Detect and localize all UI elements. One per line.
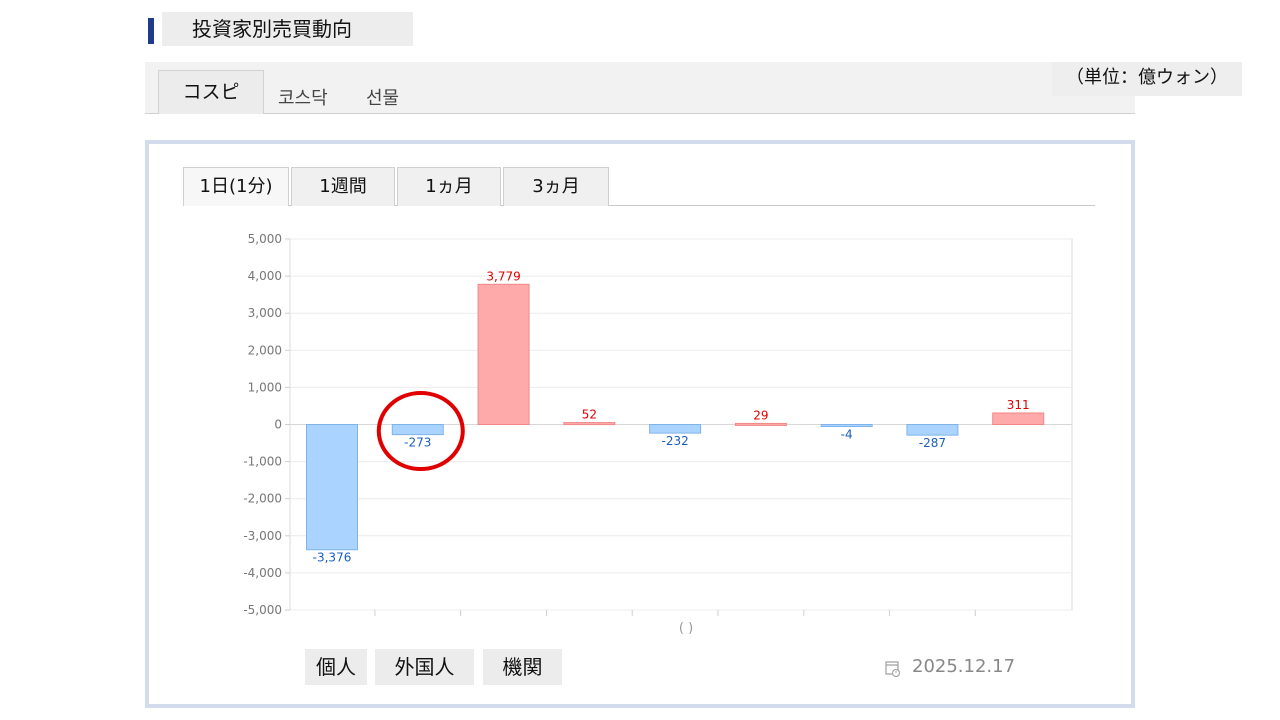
bar-value-label: -3,376 — [313, 551, 352, 565]
bar — [649, 424, 702, 434]
y-tick-label: 1,000 — [248, 380, 282, 394]
category-individual-button[interactable]: 個人 — [305, 649, 367, 685]
bar — [563, 422, 616, 426]
y-tick-label: 5,000 — [248, 232, 282, 246]
x-axis-label: ( ) — [679, 621, 693, 636]
bar-value-label: 52 — [582, 408, 597, 422]
bar — [477, 283, 530, 425]
y-tick-label: -4,000 — [243, 566, 282, 580]
bar — [391, 424, 444, 436]
y-tick-label: -5,000 — [243, 603, 282, 617]
bar — [992, 412, 1045, 426]
bar — [734, 422, 787, 426]
bar — [306, 424, 358, 551]
category-foreigner-button[interactable]: 外国人 — [375, 649, 474, 685]
bar-value-label: 311 — [1007, 398, 1030, 412]
bar — [820, 424, 873, 427]
y-tick-label: 2,000 — [248, 343, 282, 357]
bar-value-label: -287 — [919, 436, 946, 450]
bar-value-label: -232 — [661, 434, 688, 448]
y-tick-label: -3,000 — [243, 529, 282, 543]
bar-value-label: 3,779 — [486, 269, 520, 283]
y-tick-label: -2,000 — [243, 492, 282, 506]
y-tick-label: 3,000 — [248, 306, 282, 320]
bar-value-label: -4 — [841, 428, 853, 442]
calendar-clock-icon — [885, 661, 900, 677]
y-tick-label: 0 — [274, 418, 282, 432]
bar-value-label: 29 — [753, 408, 768, 422]
bar-value-label: -273 — [404, 436, 431, 450]
investor-bar-chart: -5,000 -4,000 -3,000 -2,000 -1,000 0 1,000 2,00… — [243, 232, 1073, 636]
y-tick-label: 4,000 — [248, 269, 282, 283]
y-tick-label: -1,000 — [243, 455, 282, 469]
bar — [906, 424, 959, 436]
category-institution-button[interactable]: 機関 — [483, 649, 562, 685]
chart-date: 2025.12.17 — [912, 656, 1016, 677]
